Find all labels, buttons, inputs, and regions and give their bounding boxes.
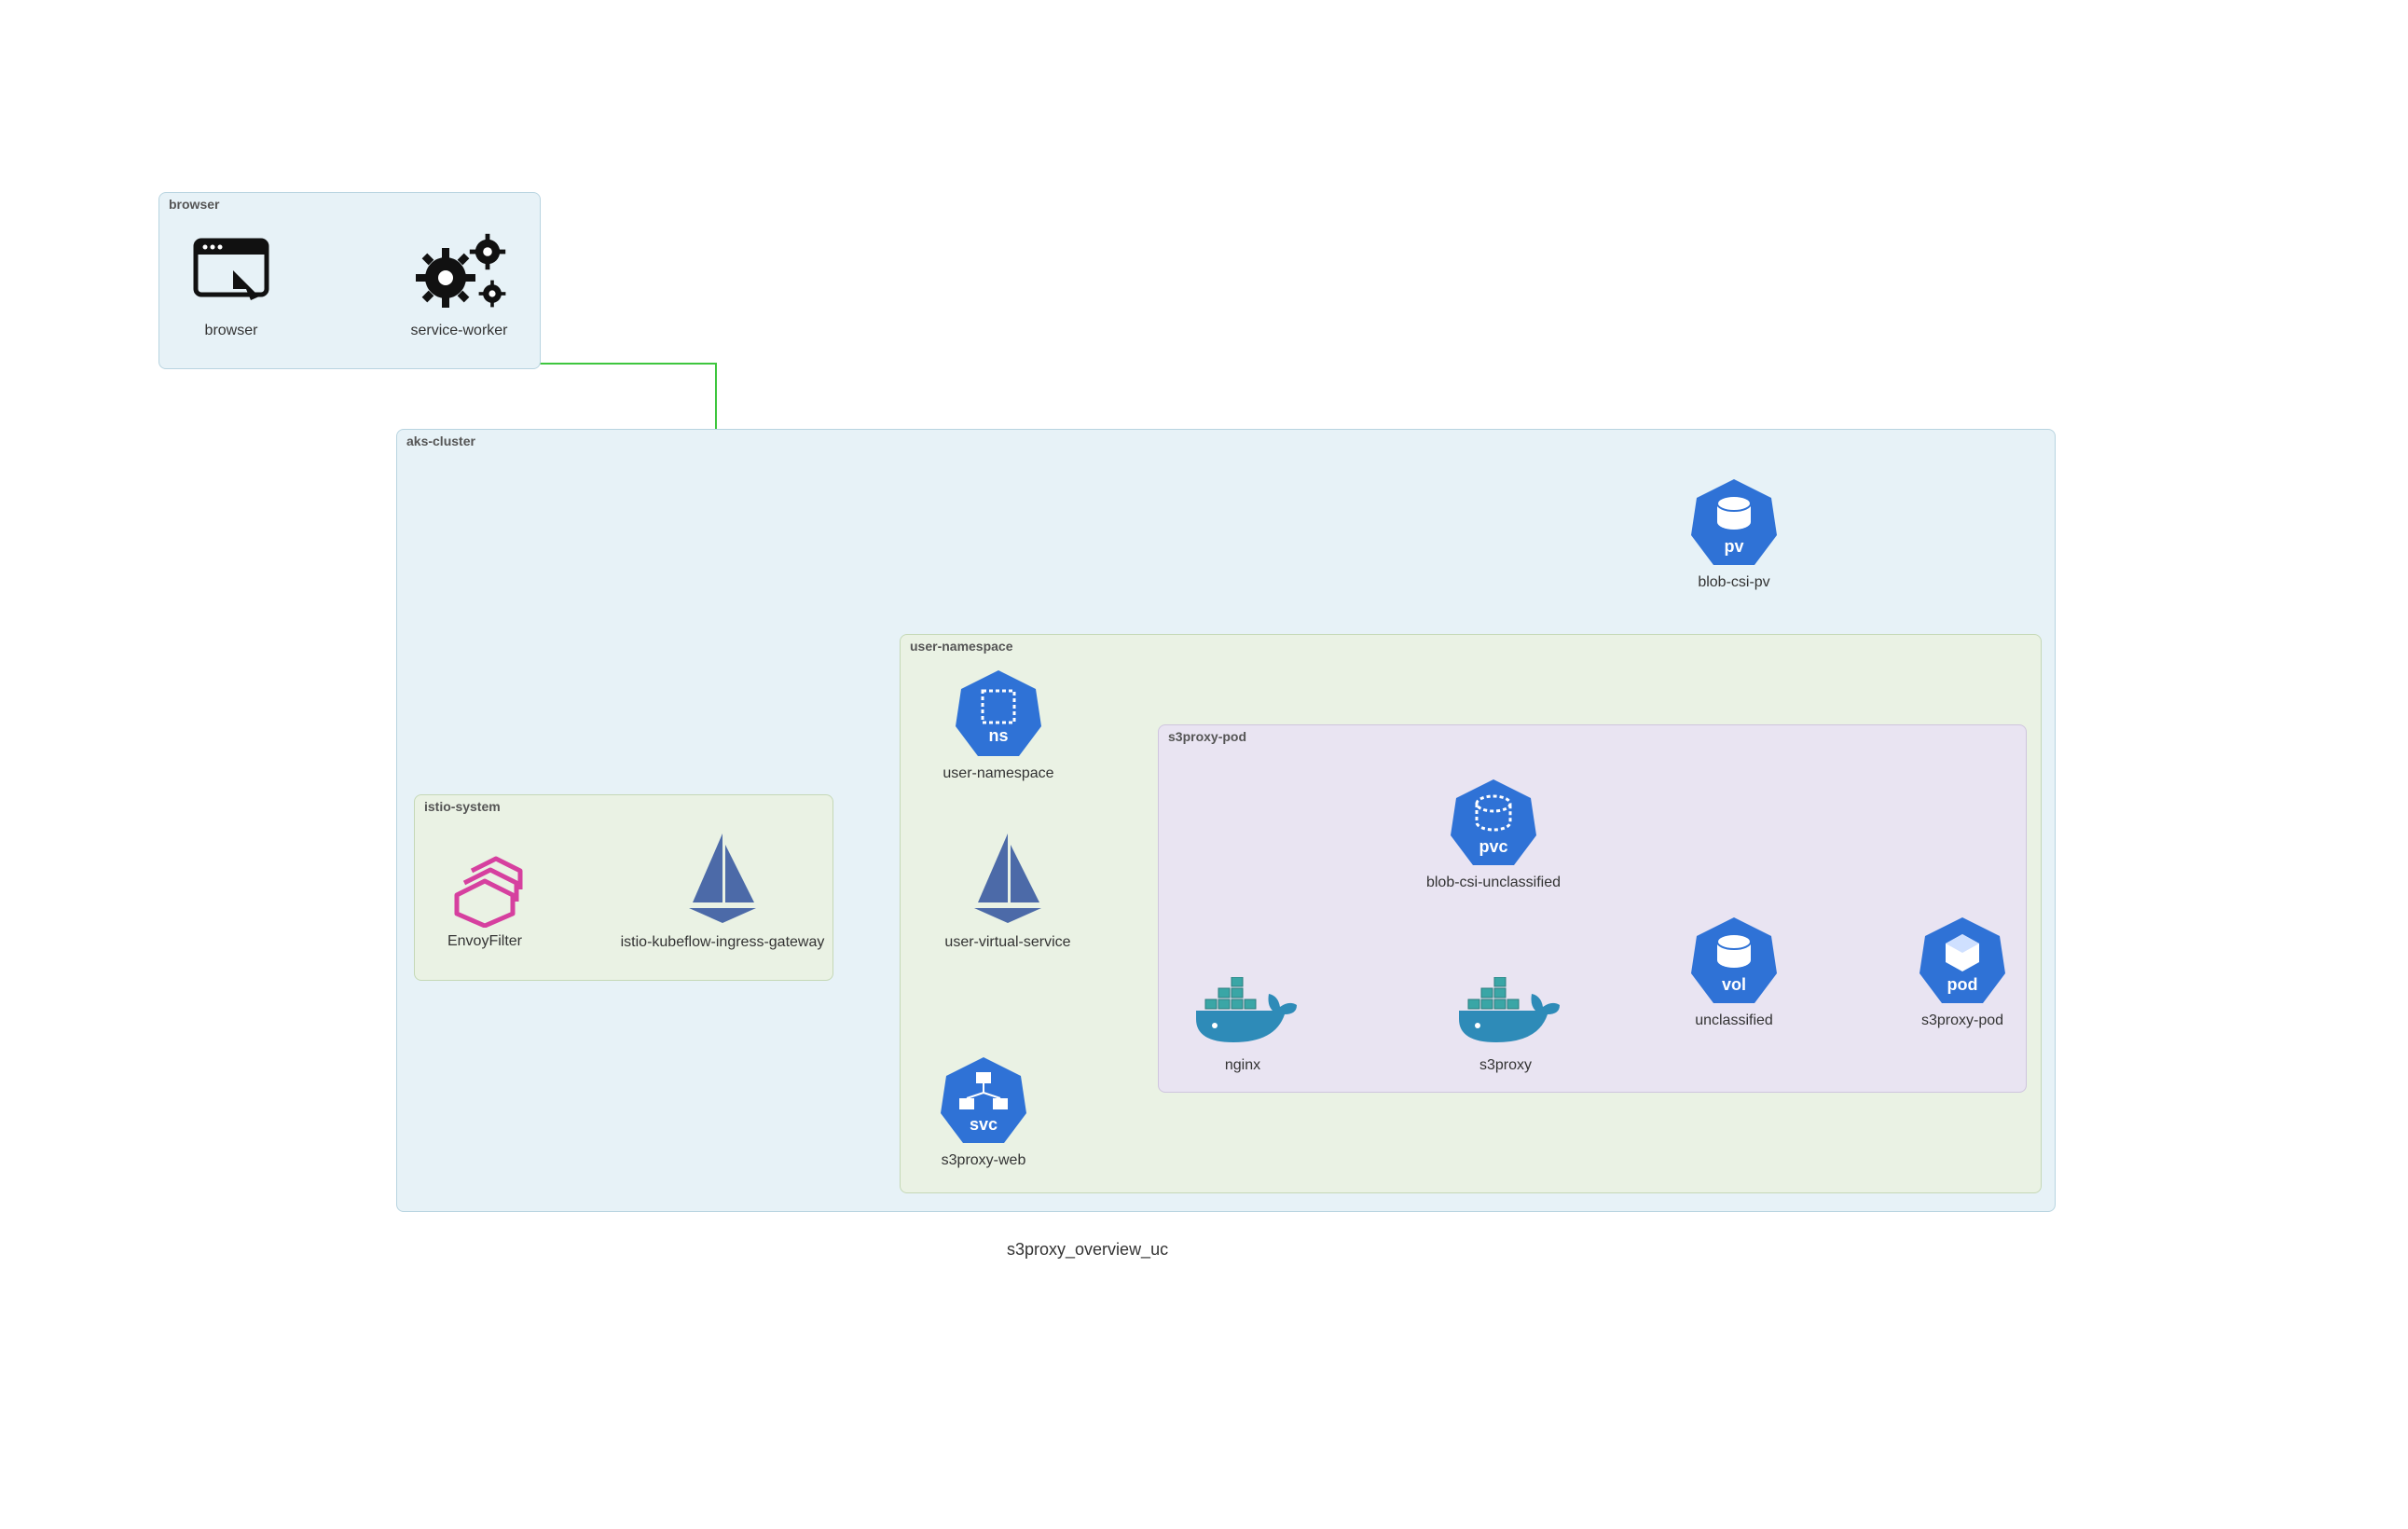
node-label-blob-csi-unclassified: blob-csi-unclassified	[1400, 875, 1587, 891]
node-label-s3proxy-web: s3proxy-web	[923, 1152, 1044, 1169]
group-label-aks-cluster: aks-cluster	[406, 434, 2055, 448]
envoy-icon	[438, 844, 531, 928]
docker-icon	[1450, 977, 1562, 1052]
hex-label-pod: pod	[1947, 975, 1978, 994]
group-label-user-namespace: user-namespace	[910, 639, 2041, 654]
node-label-blob-csi-pv: blob-csi-pv	[1678, 574, 1790, 591]
node-label-user-namespace-ns: user-namespace	[919, 765, 1078, 782]
node-label-browser: browser	[185, 323, 278, 339]
gears-icon	[404, 224, 516, 317]
node-label-istio-gateway: istio-kubeflow-ingress-gateway	[615, 934, 830, 951]
group-label-s3proxy-pod: s3proxy-pod	[1168, 729, 2026, 744]
node-label-unclassified-vol: unclassified	[1678, 1012, 1790, 1029]
node-blob-csi-unclassified: pvc blob-csi-unclassified	[1400, 776, 1587, 891]
docker-icon	[1187, 977, 1299, 1052]
node-s3proxy-web: svc s3proxy-web	[923, 1054, 1044, 1169]
k8s-pvc-icon: pvc	[1447, 776, 1540, 869]
node-service-worker: service-worker	[392, 224, 527, 339]
node-user-namespace-ns: ns user-namespace	[919, 667, 1078, 782]
node-s3proxy: s3proxy	[1445, 977, 1566, 1074]
node-s3proxy-pod: pod s3proxy-pod	[1906, 914, 2018, 1029]
node-label-s3proxy: s3proxy	[1445, 1057, 1566, 1074]
diagram-canvas: request request configures configures re…	[0, 0, 2408, 1529]
hex-label-pv: pv	[1724, 537, 1743, 556]
group-label-istio-system: istio-system	[424, 799, 832, 814]
hex-label-pvc: pvc	[1479, 837, 1507, 856]
node-blob-csi-pv: pv blob-csi-pv	[1678, 475, 1790, 591]
node-nginx: nginx	[1182, 977, 1303, 1074]
k8s-pv-icon: pv	[1687, 475, 1781, 569]
node-label-service-worker: service-worker	[392, 323, 527, 339]
node-label-nginx: nginx	[1182, 1057, 1303, 1074]
istio-sail-icon	[676, 826, 769, 929]
k8s-ns-icon: ns	[952, 667, 1045, 760]
node-istio-gateway: istio-kubeflow-ingress-gateway	[615, 826, 830, 951]
node-unclassified-vol: vol unclassified	[1678, 914, 1790, 1029]
k8s-vol-icon: vol	[1687, 914, 1781, 1007]
group-label-browser: browser	[169, 197, 540, 212]
hex-label-ns: ns	[988, 726, 1008, 745]
node-envoy-filter: EnvoyFilter	[429, 844, 541, 950]
diagram-caption: s3proxy_overview_uc	[1007, 1240, 1168, 1260]
node-user-virtual-service: user-virtual-service	[929, 826, 1087, 951]
istio-sail-icon	[961, 826, 1054, 929]
k8s-pod-icon: pod	[1916, 914, 2009, 1007]
node-label-user-virtual-service: user-virtual-service	[929, 934, 1087, 951]
browser-icon	[185, 224, 278, 317]
hex-label-svc: svc	[970, 1115, 998, 1134]
node-label-envoy-filter: EnvoyFilter	[429, 933, 541, 950]
hex-label-vol: vol	[1722, 975, 1746, 994]
node-label-s3proxy-pod: s3proxy-pod	[1906, 1012, 2018, 1029]
node-browser: browser	[185, 224, 278, 339]
k8s-svc-icon: svc	[937, 1054, 1030, 1147]
